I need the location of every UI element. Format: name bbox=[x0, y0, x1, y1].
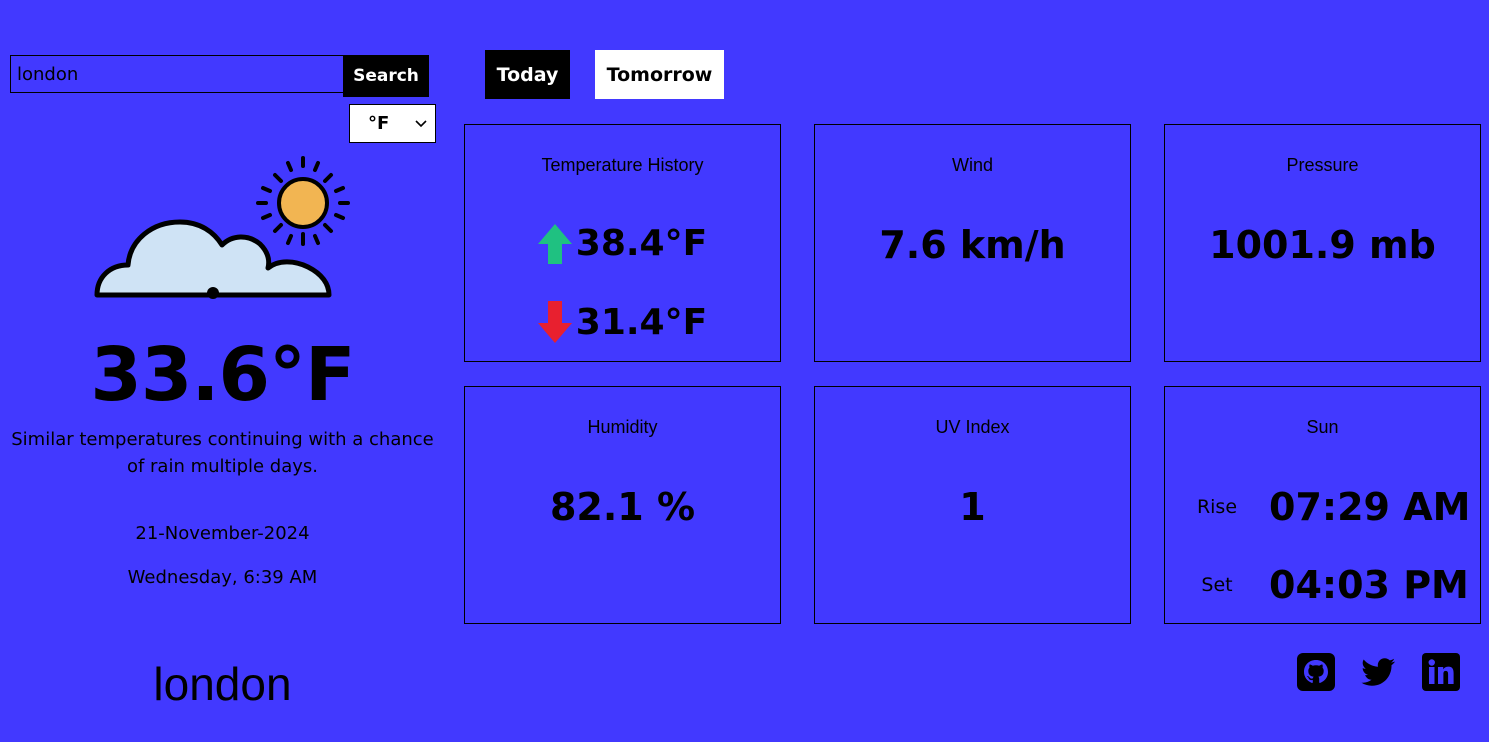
linkedin-icon[interactable] bbox=[1421, 652, 1461, 692]
card-title: Sun bbox=[1306, 417, 1339, 437]
city-name: london bbox=[153, 658, 292, 710]
sunrise-label: Rise bbox=[1196, 496, 1238, 518]
twitter-icon[interactable] bbox=[1358, 652, 1398, 692]
sunset-row: Set 04:03 PM bbox=[1165, 563, 1480, 607]
sunrise-row: Rise 07:29 AM bbox=[1165, 485, 1480, 529]
humidity-value: 82.1 % bbox=[549, 485, 696, 529]
arrow-down-icon bbox=[537, 301, 572, 343]
card-title: Pressure bbox=[1286, 155, 1359, 175]
tab-today[interactable]: Today bbox=[485, 50, 570, 99]
wind-value: 7.6 km/h bbox=[879, 223, 1066, 267]
card-title: UV Index bbox=[935, 417, 1010, 437]
arrow-up-icon bbox=[537, 223, 572, 264]
uv-index-value: 1 bbox=[959, 485, 986, 529]
card-title: Temperature History bbox=[541, 155, 704, 175]
search-input[interactable] bbox=[10, 55, 343, 93]
tab-tomorrow[interactable]: Tomorrow bbox=[595, 50, 724, 99]
unit-selected: °F bbox=[368, 113, 390, 134]
github-icon[interactable] bbox=[1296, 652, 1336, 692]
current-date: 21-November-2024 bbox=[135, 523, 310, 544]
sunset-label: Set bbox=[1201, 574, 1233, 596]
temperature-low-row: 31.4°F bbox=[465, 301, 780, 343]
weather-description: Similar temperatures continuing with a c… bbox=[11, 429, 434, 477]
left-panel: Search °F bbox=[0, 0, 445, 742]
temperature-high: 38.4°F bbox=[575, 223, 708, 264]
current-day-time: Wednesday, 6:39 AM bbox=[127, 567, 318, 588]
sunrise-time: 07:29 AM bbox=[1269, 485, 1471, 529]
temperature-low: 31.4°F bbox=[575, 301, 708, 343]
search-bar: Search bbox=[10, 55, 429, 97]
pressure-card: Pressure 1001.9 mb bbox=[1164, 124, 1481, 362]
temperature-history-card: Temperature History 38.4°F 31.4°F bbox=[464, 124, 781, 362]
wind-card: Wind 7.6 km/h bbox=[814, 124, 1131, 362]
card-title: Humidity bbox=[587, 417, 658, 437]
sun-card: Sun Rise 07:29 AM Set 04:03 PM bbox=[1164, 386, 1481, 624]
pressure-value: 1001.9 mb bbox=[1209, 223, 1436, 267]
humidity-card: Humidity 82.1 % bbox=[464, 386, 781, 624]
search-button[interactable]: Search bbox=[343, 55, 429, 97]
cloud-sun-icon bbox=[92, 152, 354, 304]
temperature-high-row: 38.4°F bbox=[465, 223, 780, 264]
card-title: Wind bbox=[951, 155, 993, 175]
sunset-time: 04:03 PM bbox=[1269, 563, 1469, 607]
uv-index-card: UV Index 1 bbox=[814, 386, 1131, 624]
chevron-down-icon bbox=[415, 117, 427, 131]
current-temperature: 33.6°F bbox=[90, 332, 355, 418]
unit-select[interactable]: °F bbox=[349, 104, 436, 143]
